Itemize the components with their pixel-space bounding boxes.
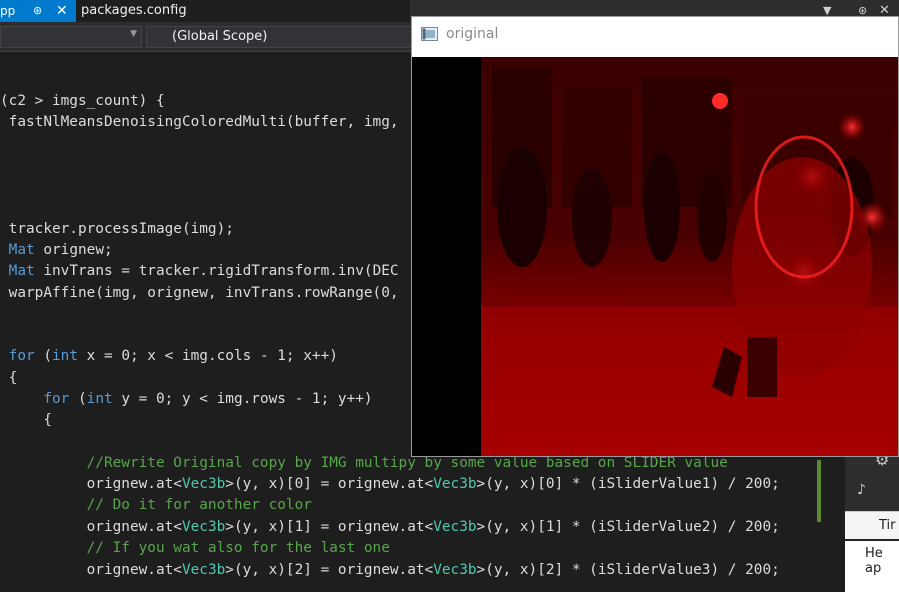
- code-line: Mat invTrans = tracker.rigidTransform.in…: [8, 263, 399, 279]
- tab-previous-label: pp: [0, 4, 16, 18]
- music-note-icon: ♪: [857, 482, 866, 498]
- code-line: // Do it for another color: [86, 497, 312, 513]
- side-panel-text-line: He: [865, 546, 883, 561]
- code-line: for (int x = 0; x < img.cols - 1; x++): [8, 348, 338, 364]
- image-window-title: original: [446, 26, 499, 42]
- image-window-titlebar[interactable]: original: [412, 17, 898, 56]
- code-line: (c2 > imgs_count) {: [0, 93, 165, 109]
- code-line: // If you wat also for the last one: [86, 540, 390, 556]
- image-window[interactable]: original: [411, 16, 899, 457]
- scope-label: (Global Scope): [172, 29, 268, 44]
- code-line: for (int y = 0; y < img.rows - 1; y++): [43, 391, 373, 407]
- code-line: tracker.processImage(img);: [0, 221, 234, 237]
- side-panel-body: He ap: [845, 541, 899, 592]
- project-dropdown[interactable]: ▼: [0, 26, 142, 48]
- tab-previous-document[interactable]: pp ⊛ ✕: [0, 0, 76, 22]
- code-line: Mat orignew;: [8, 242, 113, 258]
- side-panel-text-line: ap: [865, 561, 882, 576]
- code-line: {: [0, 370, 18, 386]
- code-line: orignew.at<Vec3b>(y, x)[1] = orignew.at<…: [86, 519, 789, 535]
- code-line: orignew.at<Vec3b>(y, x)[2] = orignew.at<…: [86, 562, 789, 578]
- side-panel-tab[interactable]: Tir: [845, 511, 899, 539]
- chevron-down-icon: ▼: [130, 29, 137, 39]
- side-panel-toolbar: ⚙ ♪: [845, 450, 899, 511]
- side-panel: ⚙ ♪ Tir He ap: [845, 450, 899, 592]
- pin-icon[interactable]: ⊛: [33, 0, 42, 22]
- code-line: warpAffine(img, orignew, invTrans.rowRan…: [0, 285, 408, 301]
- code-line: orignew.at<Vec3b>(y, x)[0] = orignew.at<…: [86, 476, 789, 492]
- window-icon: [421, 27, 438, 41]
- tab-active-label: packages.config: [81, 3, 187, 18]
- scope-dropdown[interactable]: (Global Scope): [146, 26, 412, 48]
- code-line: fastNlMeansDenoisingColoredMulti(buffer,…: [0, 114, 408, 130]
- scrollbar-change-marker: [817, 460, 821, 522]
- tab-packages-config[interactable]: packages.config: [76, 0, 410, 22]
- code-line: {: [0, 412, 52, 428]
- video-frame-image: [412, 57, 898, 456]
- close-icon[interactable]: ✕: [56, 0, 68, 22]
